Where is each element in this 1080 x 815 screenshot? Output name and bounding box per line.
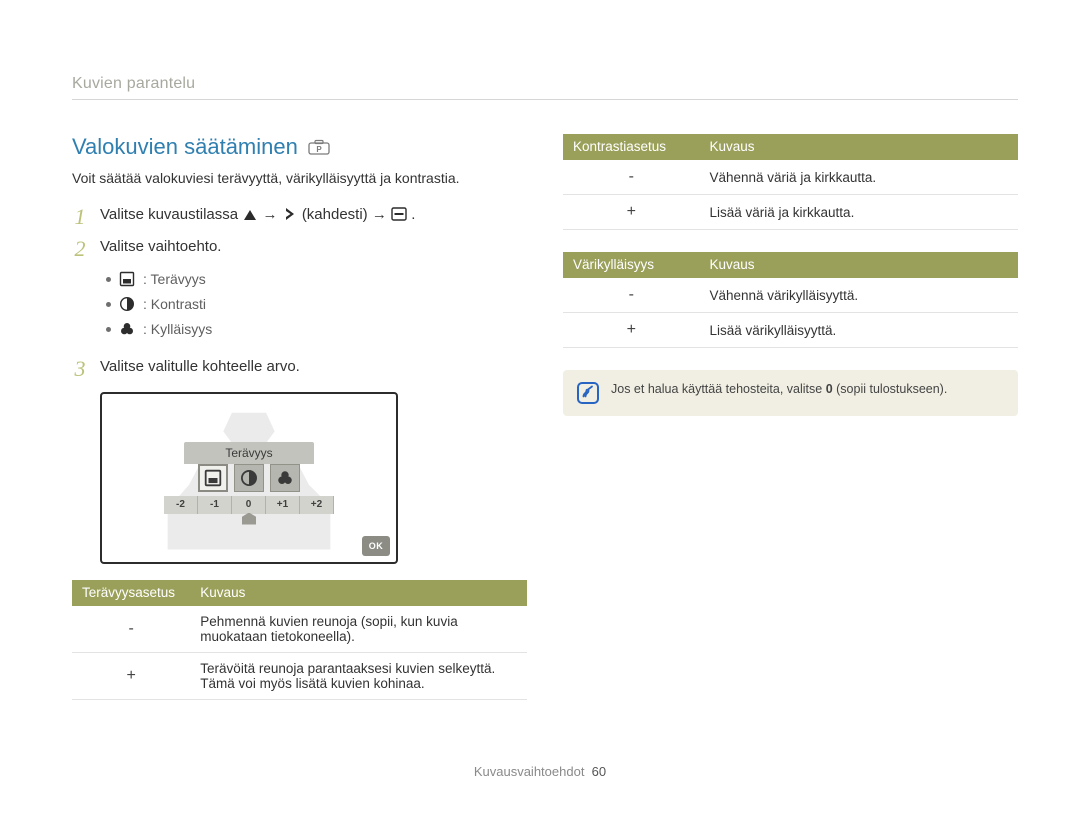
right-chevron-icon	[282, 207, 298, 221]
scale-cell: -1	[198, 496, 232, 514]
bullet-icon	[106, 327, 111, 332]
section-title: Valokuvien säätäminen	[72, 134, 298, 160]
table-row: + Lisää väriä ja kirkkautta.	[563, 195, 1018, 230]
callout-bold: 0	[826, 382, 833, 396]
saturation-icon	[119, 321, 135, 337]
step-number: 1	[72, 204, 88, 228]
bullet-icon	[106, 302, 111, 307]
step-3: 3 Valitse valitulle kohteelle arvo.	[72, 356, 527, 380]
table-row: - Vähennä väriä ja kirkkautta.	[563, 160, 1018, 195]
th-desc: Kuvaus	[190, 580, 527, 606]
table-row: + Lisää värikylläisyyttä.	[563, 313, 1018, 348]
step-1-mid: (kahdesti)	[302, 206, 372, 223]
step-2-text: Valitse vaihtoehto.	[100, 238, 221, 255]
option-contrast: : Kontrasti	[106, 294, 527, 315]
left-column: Valokuvien säätäminen P Voit säätää valo…	[72, 134, 527, 722]
th-setting: Värikylläisyys	[563, 252, 700, 278]
right-column: Kontrastiasetus Kuvaus - Vähennä väriä j…	[563, 134, 1018, 722]
callout-post: (sopii tulostukseen).	[833, 382, 948, 396]
cell-desc: Vähennä värikylläisyyttä.	[700, 278, 1019, 313]
contrast-icon	[119, 296, 135, 312]
cell-sign: +	[563, 195, 700, 230]
tab-saturation	[270, 464, 300, 492]
step-number: 3	[72, 356, 88, 380]
up-triangle-icon	[242, 208, 258, 222]
scale-cell: +1	[266, 496, 300, 514]
contrast-table: Kontrastiasetus Kuvaus - Vähennä väriä j…	[563, 134, 1018, 230]
table-row: - Vähennä värikylläisyyttä.	[563, 278, 1018, 313]
adjust-menu-icon	[391, 207, 407, 221]
illustration: Terävyys -2 -1	[100, 392, 398, 564]
th-desc: Kuvaus	[700, 134, 1019, 160]
sharpness-icon	[119, 271, 135, 287]
cell-sign: +	[563, 313, 700, 348]
cell-desc: Lisää värikylläisyyttä.	[700, 313, 1019, 348]
cell-desc: Vähennä väriä ja kirkkautta.	[700, 160, 1019, 195]
option-sharpness: : Terävyys	[106, 269, 527, 290]
bullet-icon	[106, 277, 111, 282]
th-setting: Terävyysasetus	[72, 580, 190, 606]
option-label: : Kontrasti	[143, 294, 206, 315]
steps-list: 1 Valitse kuvaustilassa → (kahdesti) →	[72, 204, 527, 380]
ok-button: OK	[362, 536, 390, 556]
sharpness-table: Terävyysasetus Kuvaus - Pehmennä kuvien …	[72, 580, 527, 700]
cell-desc: Lisää väriä ja kirkkautta.	[700, 195, 1019, 230]
th-setting: Kontrastiasetus	[563, 134, 700, 160]
step-1-body: Valitse kuvaustilassa → (kahdesti) →	[100, 204, 527, 227]
scale-cell: +2	[300, 496, 334, 514]
arrow: →	[262, 206, 277, 223]
scale: -2 -1 0 +1 +2	[164, 496, 334, 514]
step-1-pre: Valitse kuvaustilassa	[100, 206, 242, 223]
option-label: : Terävyys	[143, 269, 206, 290]
illustration-label: Terävyys	[184, 442, 314, 464]
th-desc: Kuvaus	[700, 252, 1019, 278]
breadcrumb: Kuvien parantelu	[72, 75, 1018, 100]
step-3-text: Valitse valitulle kohteelle arvo.	[100, 356, 527, 379]
tab-sharpness	[198, 464, 228, 492]
mode-program-icon: P	[308, 139, 330, 155]
table-row: + Terävöitä reunoja parantaaksesi kuvien…	[72, 652, 527, 699]
note-callout: Jos et halua käyttää tehosteita, valitse…	[563, 370, 1018, 416]
cell-sign: -	[72, 606, 190, 653]
illustration-tabs	[198, 464, 300, 492]
tab-contrast	[234, 464, 264, 492]
section-title-row: Valokuvien säätäminen P	[72, 134, 527, 160]
cell-sign: +	[72, 652, 190, 699]
scale-cell: 0	[232, 496, 266, 514]
table-row: - Pehmennä kuvien reunoja (sopii, kun ku…	[72, 606, 527, 653]
cell-sign: -	[563, 160, 700, 195]
cell-desc: Terävöitä reunoja parantaaksesi kuvien s…	[190, 652, 527, 699]
step-1-end: .	[411, 206, 415, 223]
footer: Kuvausvaihtoehdot 60	[0, 764, 1080, 779]
callout-pre: Jos et halua käyttää tehosteita, valitse	[611, 382, 826, 396]
options-list: : Terävyys : Kontrasti	[100, 263, 527, 348]
option-label: : Kylläisyys	[143, 319, 212, 340]
saturation-table: Värikylläisyys Kuvaus - Vähennä värikyll…	[563, 252, 1018, 348]
arrow-2: →	[372, 206, 387, 223]
step-number: 2	[72, 236, 88, 260]
page-number: 60	[592, 764, 606, 779]
cell-sign: -	[563, 278, 700, 313]
option-saturation: : Kylläisyys	[106, 319, 527, 340]
info-icon	[577, 382, 599, 404]
cell-desc: Pehmennä kuvien reunoja (sopii, kun kuvi…	[190, 606, 527, 653]
callout-text: Jos et halua käyttää tehosteita, valitse…	[611, 382, 947, 396]
svg-text:P: P	[316, 145, 322, 154]
intro-text: Voit säätää valokuviesi terävyyttä, väri…	[72, 170, 527, 186]
footer-section: Kuvausvaihtoehdot	[474, 764, 585, 779]
step-2: 2 Valitse vaihtoehto.	[72, 236, 527, 348]
step-1: 1 Valitse kuvaustilassa → (kahdesti) →	[72, 204, 527, 228]
scale-cell: -2	[164, 496, 198, 514]
